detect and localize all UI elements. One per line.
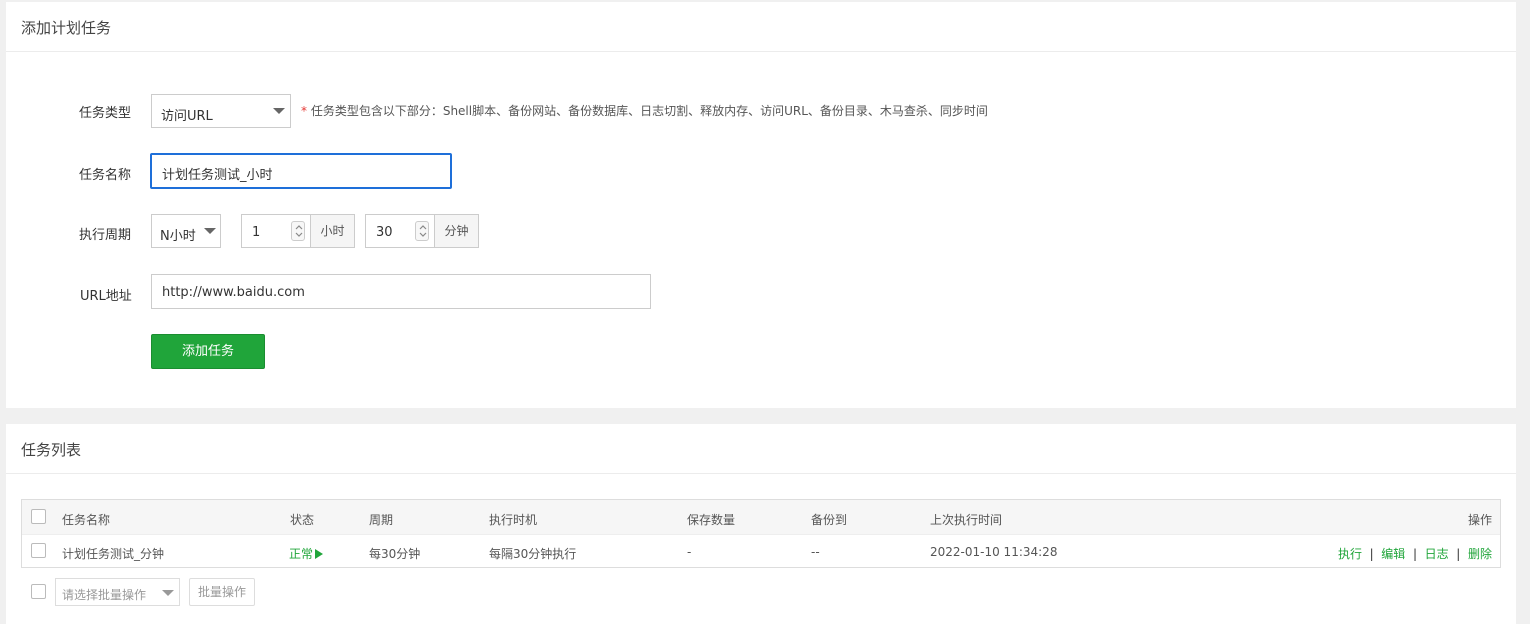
row-task-name: 计划任务测试_分钟: [62, 547, 165, 561]
period-label: 执行周期: [79, 228, 132, 243]
add-task-button[interactable]: 添加任务: [151, 334, 265, 369]
column-header: 执行时机: [489, 513, 538, 527]
minutes-value: 30: [376, 225, 393, 240]
row-actions: 执行 | 编辑 | 日志 | 删除: [1338, 545, 1492, 562]
log-link[interactable]: 日志: [1425, 547, 1449, 561]
row-keep-count: -: [687, 545, 692, 559]
column-header: 状态: [290, 513, 315, 527]
chevron-down-icon: [162, 590, 174, 596]
required-star: *: [301, 104, 307, 118]
row-checkbox[interactable]: [31, 543, 46, 558]
column-header: 任务名称: [62, 513, 111, 527]
task-type-select[interactable]: 访问URL: [151, 94, 291, 128]
row-last-run: 2022-01-10 11:34:28: [930, 545, 1058, 559]
chevron-down-icon: [273, 108, 285, 114]
task-type-hint-text: 任务类型包含以下部分：Shell脚本、备份网站、备份数据库、日志切割、释放内存、…: [310, 104, 988, 118]
table-header: 任务名称 状态 周期 执行时机 保存数量 备份到 上次执行时间 操作: [22, 500, 1500, 535]
task-name-value: 计划任务测试_小时: [162, 168, 273, 183]
row-status-text: 正常: [289, 547, 314, 561]
column-header: 保存数量: [687, 513, 736, 527]
task-type-label: 任务类型: [79, 106, 132, 121]
task-name-label: 任务名称: [79, 168, 132, 183]
chevron-down-icon: [204, 228, 216, 234]
column-header: 上次执行时间: [930, 513, 1003, 527]
task-table: 任务名称 状态 周期 执行时机 保存数量 备份到 上次执行时间 操作 计划任务测…: [21, 499, 1501, 568]
batch-operation-select[interactable]: 请选择批量操作: [55, 578, 180, 606]
hours-input[interactable]: 1: [241, 214, 311, 248]
hours-unit: 小时: [310, 214, 355, 248]
row-timing: 每隔30分钟执行: [489, 547, 577, 561]
period-mode-value: N小时: [160, 229, 196, 244]
select-all-checkbox[interactable]: [31, 509, 46, 524]
task-type-hint: * 任务类型包含以下部分：Shell脚本、备份网站、备份数据库、日志切割、释放内…: [301, 102, 988, 119]
action-separator: |: [1365, 547, 1378, 561]
row-backup-to: --: [811, 545, 820, 559]
row-period: 每30分钟: [369, 547, 421, 561]
execute-link[interactable]: 执行: [1338, 547, 1362, 561]
column-header: 备份到: [811, 513, 848, 527]
table-row: 计划任务测试_分钟 正常 每30分钟 每隔30分钟执行 - -- 2022-01…: [22, 535, 1500, 568]
column-header: 周期: [369, 513, 394, 527]
action-separator: |: [1409, 547, 1421, 561]
row-status[interactable]: 正常: [289, 545, 324, 562]
task-type-value: 访问URL: [161, 109, 213, 124]
hours-stepper-icon[interactable]: [291, 221, 305, 241]
add-task-panel: 添加计划任务 任务类型 访问URL * 任务类型包含以下部分：Shell脚本、备…: [6, 2, 1516, 408]
task-list-panel: 任务列表 任务名称 状态 周期 执行时机 保存数量 备份到 上次执行时间 操作 …: [6, 424, 1516, 624]
batch-select-all-checkbox[interactable]: [31, 584, 46, 599]
task-list-panel-title: 任务列表: [6, 424, 1516, 474]
period-mode-select[interactable]: N小时: [151, 214, 221, 248]
action-separator: |: [1452, 547, 1465, 561]
play-icon: [315, 549, 324, 559]
url-value: http://www.baidu.com: [162, 285, 305, 300]
minutes-input[interactable]: 30: [365, 214, 435, 248]
url-label: URL地址: [80, 289, 132, 304]
minutes-stepper-icon[interactable]: [415, 221, 429, 241]
batch-operation-button[interactable]: 批量操作: [189, 578, 255, 606]
delete-link[interactable]: 删除: [1468, 547, 1492, 561]
minutes-unit: 分钟: [434, 214, 479, 248]
batch-operation-placeholder: 请选择批量操作: [62, 588, 147, 602]
column-header: 操作: [1467, 513, 1492, 527]
edit-link[interactable]: 编辑: [1381, 547, 1405, 561]
task-name-input[interactable]: 计划任务测试_小时: [150, 153, 452, 189]
hours-value: 1: [252, 225, 261, 240]
add-task-panel-title: 添加计划任务: [6, 2, 1516, 52]
url-input[interactable]: http://www.baidu.com: [151, 274, 651, 309]
